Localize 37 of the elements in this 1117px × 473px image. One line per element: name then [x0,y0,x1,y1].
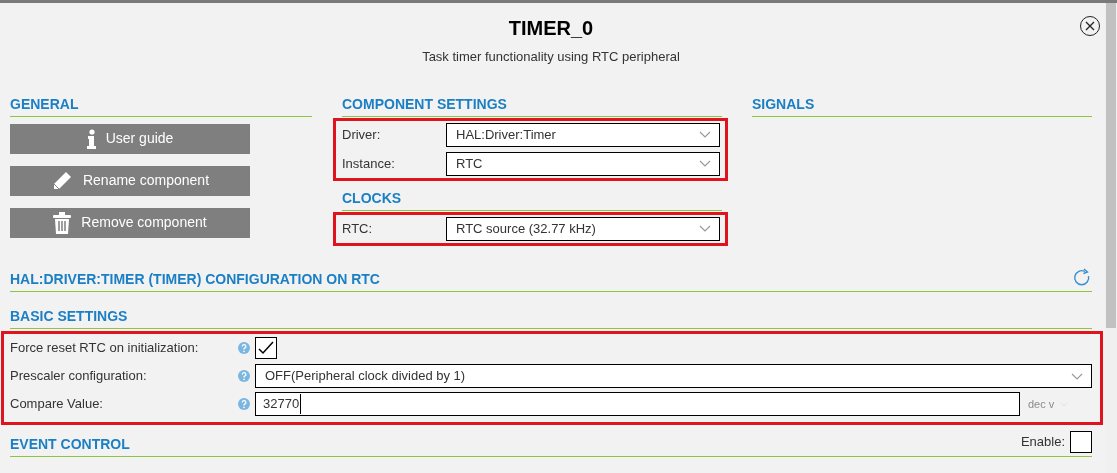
section-heading: COMPONENT SETTINGS [342,94,507,113]
help-icon[interactable] [238,342,250,354]
dropdown[interactable]: HAL:Driver:Timer [446,122,720,147]
section-heading: GENERAL [10,94,79,113]
section-heading: BASIC SETTINGS [10,306,128,325]
section-heading: SIGNALS [752,94,815,113]
field-label: Driver: [342,125,381,144]
section-heading: CLOCKS [342,188,402,207]
chevron-down-icon [699,160,711,167]
chevron-down-icon [699,225,711,232]
scrollbar-thumb[interactable] [1106,3,1116,328]
refresh-icon[interactable] [1072,267,1092,288]
section-heading: HAL:DRIVER:TIMER (TIMER) CONFIGURATION ON RTC [10,269,380,288]
dialog-subtitle: Task timer functionality using RTC peripheral [422,48,680,66]
help-icon[interactable] [238,370,250,382]
field-label: Instance: [342,154,395,173]
setting-label: Compare Value: [10,395,104,414]
dropdown[interactable]: RTC source (32.77 kHz) [446,216,720,241]
enable-label: Enable: [1020,432,1065,451]
setting-label: Force reset RTC on initialization: [10,339,200,358]
trash-icon [53,211,72,234]
chevron-down-icon [699,131,711,138]
checkbox[interactable] [1070,430,1092,453]
field-label: RTC: [342,219,373,238]
action-button[interactable]: Remove component [10,207,250,238]
checkbox[interactable] [255,337,277,359]
dropdown[interactable]: OFF(Peripheral clock divided by 1) [255,364,1092,388]
setting-label: Prescaler configuration: [10,367,148,386]
dialog-title: TIMER_0 [508,16,594,40]
number-field[interactable]: 32770 [255,392,1020,416]
help-icon[interactable] [238,398,250,410]
chevron-down-icon [1071,372,1083,380]
section-heading: EVENT CONTROL [10,434,130,453]
dropdown[interactable]: RTC [446,151,720,176]
action-button[interactable]: Rename component [10,165,250,196]
action-button[interactable]: User guide [10,123,250,154]
info-icon [86,128,96,149]
